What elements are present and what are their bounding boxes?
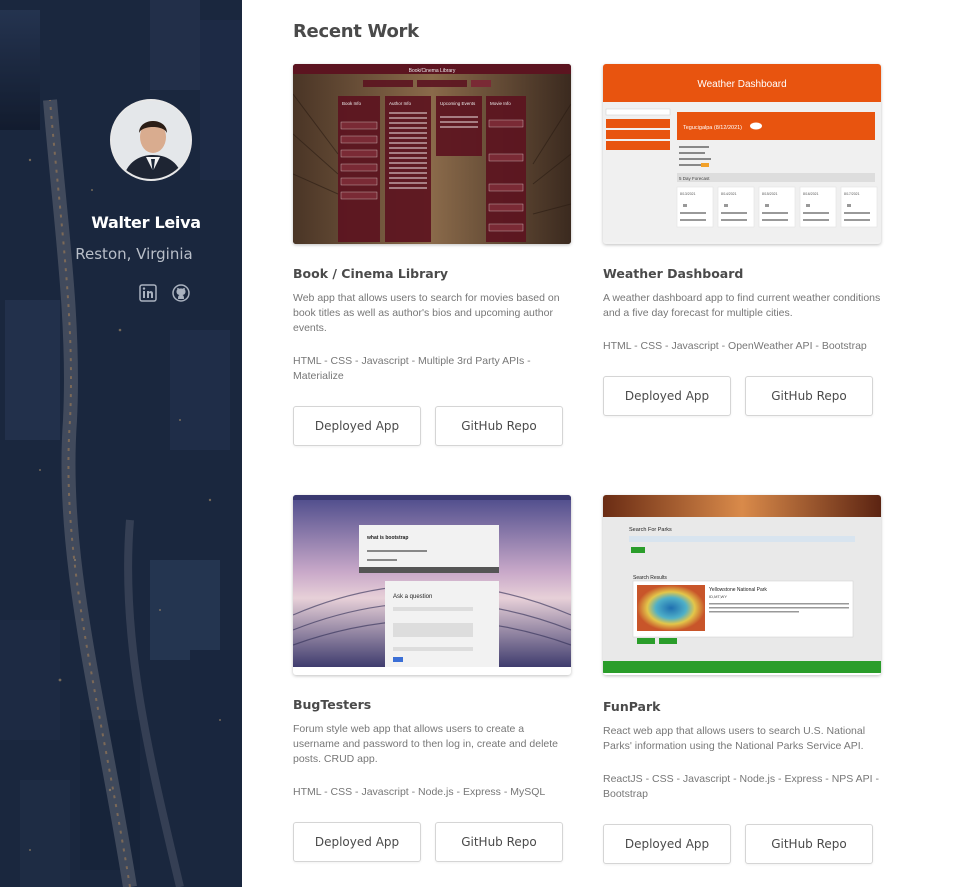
main-content: Recent Work Book/Cinema Library Book Inf… xyxy=(242,0,956,887)
screenshot-header: Weather Dashboard xyxy=(697,79,786,90)
github-repo-button[interactable]: GitHub Repo xyxy=(745,824,873,864)
profile-name: Walter Leiva xyxy=(91,213,201,232)
project-screenshot: what is bootstrap Ask a question xyxy=(293,495,571,675)
screenshot-day: 8/17/2021 xyxy=(844,192,860,196)
project-title: FunPark xyxy=(603,699,661,714)
project-tech-stack: HTML - CSS - Javascript - Multiple 3rd P… xyxy=(293,355,531,382)
profile-location: Reston, Virginia xyxy=(75,245,193,263)
screenshot-column: Book Info xyxy=(342,101,362,106)
screenshot-day: 8/16/2021 xyxy=(803,192,819,196)
screenshot-search-title: Search For Parks xyxy=(629,527,672,533)
project-screenshot: Weather Dashboard Tegucigalpa (8/12/2021… xyxy=(603,64,881,244)
screenshot-column: Author Info xyxy=(389,101,412,106)
profile-sidebar: Walter Leiva Reston, Virginia xyxy=(0,0,242,887)
github-repo-button[interactable]: GitHub Repo xyxy=(435,406,563,446)
project-title: BugTesters xyxy=(293,697,372,712)
screenshot-day: 8/14/2021 xyxy=(721,192,737,196)
screenshot-form-title: Ask a question xyxy=(393,594,432,600)
project-tech-stack: HTML - CSS - Javascript - Node.js - Expr… xyxy=(293,786,546,798)
project-card-bugtesters: what is bootstrap Ask a question BugTest… xyxy=(293,495,573,862)
project-card-book-cinema: Book/Cinema Library Book Info Author Inf… xyxy=(293,64,573,446)
project-description: React web app that allows users to searc… xyxy=(603,725,866,752)
project-description: Web app that allows users to search for … xyxy=(293,292,560,334)
screenshot-day: 8/13/2021 xyxy=(680,192,696,196)
section-title: Recent Work xyxy=(293,21,419,42)
linkedin-icon[interactable] xyxy=(139,284,157,302)
avatar xyxy=(110,99,192,181)
deployed-app-button[interactable]: Deployed App xyxy=(603,376,731,416)
screenshot-column: Movie Info xyxy=(490,101,511,106)
screenshot-park-states: ID,MT,WY xyxy=(709,594,727,599)
deployed-app-button[interactable]: Deployed App xyxy=(293,822,421,862)
screenshot-forecast-label: 5 Day Forecast xyxy=(679,176,710,181)
project-actions: Deployed App GitHub Repo xyxy=(293,406,573,446)
project-tech-stack: HTML - CSS - Javascript - OpenWeather AP… xyxy=(603,340,867,352)
screenshot-post-title: what is bootstrap xyxy=(366,535,408,541)
social-links xyxy=(139,284,190,302)
project-actions: Deployed App GitHub Repo xyxy=(603,376,883,416)
screenshot-day: 8/15/2021 xyxy=(762,192,778,196)
project-screenshot: Book/Cinema Library Book Info Author Inf… xyxy=(293,64,571,244)
screenshot-column: Upcoming Events xyxy=(440,101,476,106)
github-repo-button[interactable]: GitHub Repo xyxy=(745,376,873,416)
deployed-app-button[interactable]: Deployed App xyxy=(603,824,731,864)
screenshot-city: Tegucigalpa (8/12/2021) xyxy=(683,125,742,131)
screenshot-header: Book/Cinema Library xyxy=(409,68,456,74)
github-icon[interactable] xyxy=(172,284,190,302)
project-title: Book / Cinema Library xyxy=(293,266,449,281)
project-tech-stack: ReactJS - CSS - Javascript - Node.js - E… xyxy=(603,773,879,800)
project-description: Forum style web app that allows users to… xyxy=(293,723,559,765)
deployed-app-button[interactable]: Deployed App xyxy=(293,406,421,446)
project-card-weather-dashboard: Weather Dashboard Tegucigalpa (8/12/2021… xyxy=(603,64,883,416)
project-description: A weather dashboard app to find current … xyxy=(603,292,881,319)
screenshot-results-title: Search Results xyxy=(633,575,667,581)
project-actions: Deployed App GitHub Repo xyxy=(603,824,883,864)
screenshot-park-name: Yellowstone National Park xyxy=(709,587,767,593)
project-card-funpark: Search For Parks Search Results Yellowst… xyxy=(603,495,883,864)
project-title: Weather Dashboard xyxy=(603,266,744,281)
project-actions: Deployed App GitHub Repo xyxy=(293,822,573,862)
project-screenshot: Search For Parks Search Results Yellowst… xyxy=(603,495,881,675)
github-repo-button[interactable]: GitHub Repo xyxy=(435,822,563,862)
